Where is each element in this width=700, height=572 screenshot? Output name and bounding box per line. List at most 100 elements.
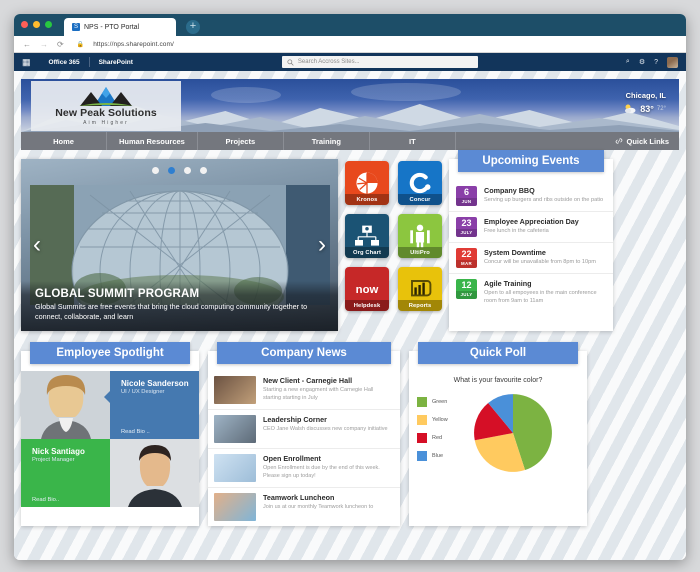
minimize-window-button[interactable] [33,21,40,28]
avatar [110,439,199,507]
content-row-bottom: Employee Spotlight Nicole Sanderson UI /… [21,342,679,526]
legend-item: Blue [417,451,448,461]
avatar [21,371,110,439]
sharepoint-favicon: S [72,23,80,31]
weather-city: Chicago, IL [625,91,666,100]
browser-window: S NPS - PTO Portal + ← → ⟳ 🔒 https://nps… [14,14,686,560]
reload-icon[interactable]: ⟳ [57,40,64,49]
event-title: Company BBQ [484,186,535,195]
carousel-next-icon[interactable]: › [318,233,326,257]
event-body: System Downtime Concur will be unavailab… [484,248,596,266]
search-input[interactable]: Search Accross Sites... [281,56,478,68]
employee-spotlight-title: Employee Spotlight [30,342,190,364]
app-tile-kronos[interactable]: Kronos [345,161,389,205]
app-tile-helpdesk[interactable]: now Helpdesk [345,267,389,311]
carousel-prev-icon[interactable]: ‹ [33,233,41,257]
app-tile-org-chart[interactable]: Org Chart [345,214,389,258]
legend-item: Red [417,433,448,443]
site-logo[interactable]: New Peak Solutions Aim Higher [31,81,181,131]
event-item[interactable]: 6 JUN Company BBQ Serving up burgers and… [449,181,613,212]
event-item[interactable]: 22 MAR System Downtime Concur will be un… [449,243,613,274]
legend-label: Red [432,435,443,441]
back-icon[interactable]: ← [23,40,31,49]
maximize-window-button[interactable] [45,21,52,28]
nav-item-projects[interactable]: Projects [198,132,284,150]
svg-text:now: now [356,284,379,296]
spotlight-info: Nicole Sanderson UI / UX Designer Read B… [104,371,199,439]
weather-temps: 83° 72° [624,103,666,114]
legend-swatch [417,433,427,443]
carousel-dot-1[interactable] [152,167,159,174]
spotlight-person[interactable]: Nick Santiago Project Manager Read Bio.. [21,439,199,507]
leadership-thumb [214,415,256,443]
browser-tab[interactable]: S NPS - PTO Portal [64,18,176,36]
search-icon [287,58,294,66]
app-tile-concur[interactable]: Concur [398,161,442,205]
spotlight-role: Project Manager [32,457,75,463]
address-bar[interactable]: https://nps.sharepoint.com/ [93,41,174,48]
carnegie-hall-thumb [214,376,256,404]
carousel-dot-4[interactable] [200,167,207,174]
legend-item: Green [417,397,448,407]
close-window-button[interactable] [21,21,28,28]
spotlight-person[interactable]: Nicole Sanderson UI / UX Designer Read B… [21,371,199,439]
news-item[interactable]: Teamwork Luncheon Join us at our monthly… [208,488,400,526]
event-item[interactable]: 12 JULY Agile Training Open to all empoy… [449,274,613,311]
servicenow-icon: now [356,284,379,296]
nav-item-hr[interactable]: Human Resources [107,132,198,150]
event-day: 12 [461,280,472,290]
window-controls[interactable] [21,21,52,28]
suite-search-wrap: Search Accross Sites... [142,56,618,68]
news-item[interactable]: Leadership Corner CEO Jane Walsh discuss… [208,410,400,449]
cloud-decoration [211,87,281,103]
carousel-dot-2[interactable] [168,167,175,174]
callout-beak [104,391,110,403]
office365-brand[interactable]: Office 365 [40,59,89,66]
event-date-badge: 23 JULY [456,217,477,237]
nav-item-training[interactable]: Training [284,132,370,150]
hero-carousel[interactable]: ‹ › GLOBAL SUMMIT PROGRAM Global Summits… [21,159,338,331]
carousel-dots[interactable] [21,167,338,174]
app-tile-ultipro[interactable]: UltiPro [398,214,442,258]
news-item[interactable]: Open Enrollment Open Enrollment is due b… [208,449,400,488]
app-launcher-icon[interactable]: ▦ [22,57,30,68]
company-news-panel: Company News New Client - Carnegie Hall … [208,342,400,526]
carousel-dot-3[interactable] [184,167,191,174]
event-body: Employee Appreciation Day Free lunch in … [484,217,579,235]
new-tab-button[interactable]: + [186,20,200,34]
weather-low: 72° [656,105,666,112]
nav-item-home[interactable]: Home [21,132,107,150]
help-icon[interactable]: ? [654,59,658,66]
company-news-title: Company News [217,342,391,364]
avatar[interactable] [667,56,678,68]
app-tile-label: Reports [398,300,442,311]
event-body: Company BBQ Serving up burgers and ribs … [484,186,603,204]
event-description: Serving up burgers and ribs outside on t… [484,197,604,203]
event-date-badge: 22 MAR [456,248,477,268]
news-body: Teamwork Luncheon Join us at our monthly… [263,493,373,521]
quick-links-button[interactable]: Quick Links [615,132,679,150]
site-banner: New Peak Solutions Aim Higher Chicago, I… [21,79,679,132]
event-body: Agile Training Open to all empoyees in t… [484,279,605,306]
legend-item: Yellow [417,415,448,425]
spotlight-read-bio-link[interactable]: Read Bio .. [121,429,191,435]
event-day: 23 [461,218,472,228]
gear-icon[interactable]: ⚙ [639,58,645,66]
event-item[interactable]: 23 JULY Employee Appreciation Day Free l… [449,212,613,243]
app-tile-reports[interactable]: Reports [398,267,442,311]
news-description: Join us at our monthly Teamwork luncheon… [263,504,374,510]
power-bi-icon [411,280,432,297]
employee-spotlight-panel: Employee Spotlight Nicole Sanderson UI /… [21,342,199,526]
main-navigation: Home Human Resources Projects Training I… [21,132,679,150]
app-tiles: Kronos Concur Org Chart UltiPro now Help… [345,159,442,311]
nav-item-it[interactable]: IT [370,132,456,150]
event-date-badge: 12 JULY [456,279,477,299]
notifications-icon[interactable]: ⌕ [626,58,630,66]
spotlight-read-bio-link[interactable]: Read Bio.. [32,497,102,503]
event-month: JUN [456,198,477,206]
news-item[interactable]: New Client - Carnegie Hall Starting a ne… [208,371,400,410]
app-tile-label: Concur [398,194,442,205]
sharepoint-link[interactable]: SharePoint [90,59,142,66]
forward-icon[interactable]: → [40,40,48,49]
hero-subtitle: Global Summits are free events that brin… [35,301,308,321]
